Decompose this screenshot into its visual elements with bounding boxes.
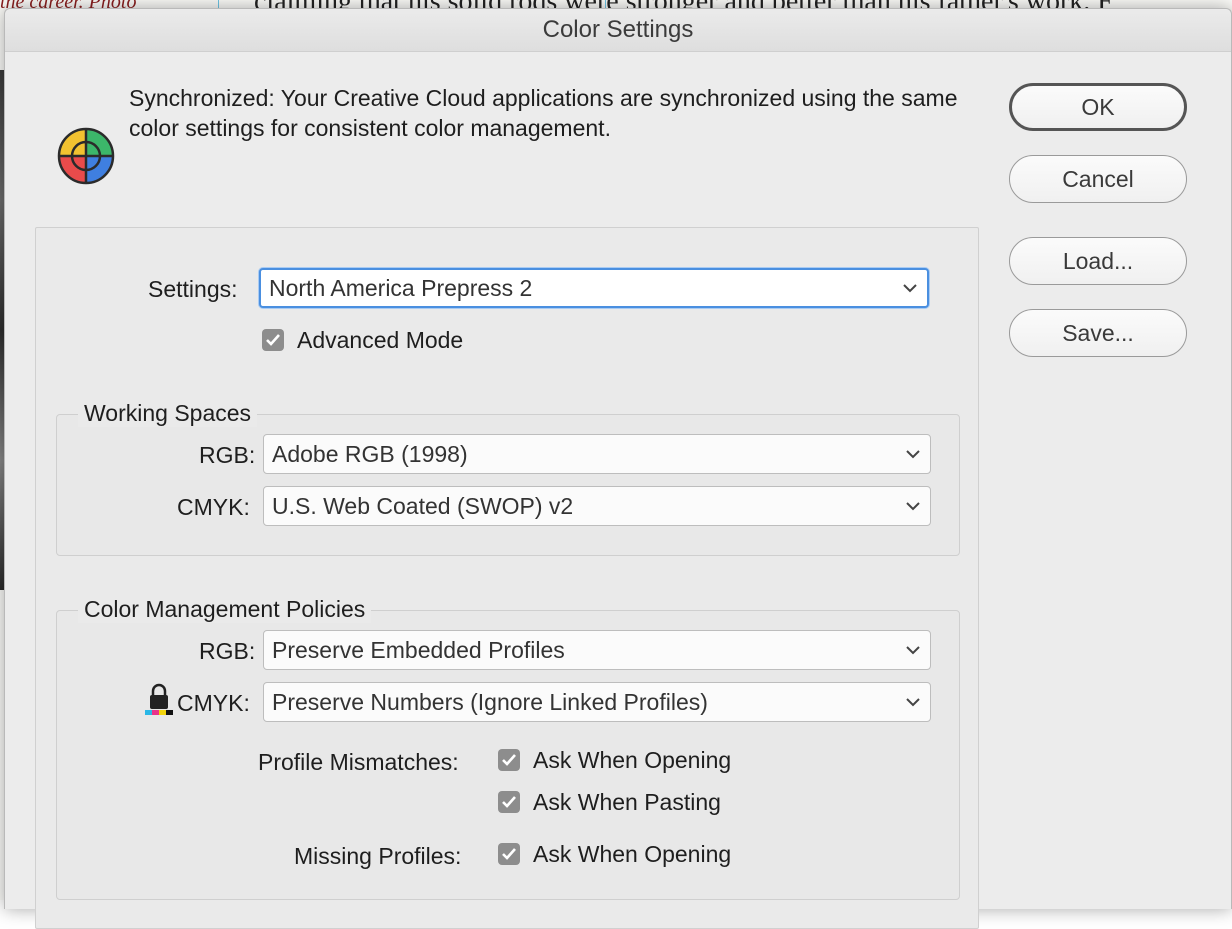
color-settings-dialog: Color Settings Synchronized: Your Creati… — [4, 8, 1232, 929]
advanced-mode-checkbox[interactable] — [262, 329, 284, 351]
load-button[interactable]: Load... — [1009, 237, 1187, 285]
policy-cmyk-label: CMYK: — [177, 690, 250, 716]
dialog-titlebar[interactable]: Color Settings — [5, 9, 1231, 52]
sync-message: Synchronized: Your Creative Cloud applic… — [129, 85, 958, 141]
settings-label: Settings: — [148, 276, 238, 302]
chevron-down-icon — [896, 496, 930, 516]
checkmark-icon — [502, 796, 516, 808]
missing-ask-when-opening-checkbox[interactable] — [498, 843, 520, 865]
policies-title: Color Management Policies — [78, 596, 372, 623]
settings-dropdown[interactable]: North America Prepress 2 — [259, 268, 929, 308]
checkmark-icon — [502, 848, 516, 860]
working-cmyk-label: CMYK: — [177, 494, 250, 520]
working-cmyk-dropdown[interactable]: U.S. Web Coated (SWOP) v2 — [263, 486, 931, 526]
policy-cmyk-dropdown[interactable]: Preserve Numbers (Ignore Linked Profiles… — [263, 682, 931, 722]
color-wheel-logo-icon — [57, 127, 115, 185]
save-button[interactable]: Save... — [1009, 309, 1187, 357]
policy-rgb-label: RGB: — [199, 638, 256, 664]
advanced-mode-label: Advanced Mode — [297, 327, 464, 353]
policy-rgb-value: Preserve Embedded Profiles — [272, 636, 565, 663]
dialog-title: Color Settings — [542, 16, 694, 43]
cancel-button[interactable]: Cancel — [1009, 155, 1187, 203]
settings-panel: Settings: North America Prepress 2 Advan… — [35, 227, 979, 929]
ask-when-pasting-label: Ask When Pasting — [533, 789, 721, 815]
missing-profiles-label: Missing Profiles: — [294, 843, 462, 869]
policy-rgb-dropdown[interactable]: Preserve Embedded Profiles — [263, 630, 931, 670]
ask-when-pasting-checkbox[interactable] — [498, 791, 520, 813]
working-cmyk-value: U.S. Web Coated (SWOP) v2 — [272, 492, 574, 519]
ask-when-opening-checkbox[interactable] — [498, 749, 520, 771]
working-spaces-title: Working Spaces — [78, 400, 258, 427]
profile-mismatches-label: Profile Mismatches: — [258, 749, 459, 775]
checkmark-icon — [502, 754, 516, 766]
working-rgb-label: RGB: — [199, 442, 256, 468]
chevron-down-icon — [896, 640, 930, 660]
chevron-down-icon — [896, 692, 930, 712]
ok-button[interactable]: OK — [1009, 83, 1187, 131]
missing-ask-when-opening-label: Ask When Opening — [533, 841, 732, 867]
chevron-down-icon — [893, 278, 927, 298]
lock-icon — [145, 683, 173, 715]
settings-value: North America Prepress 2 — [269, 274, 533, 301]
working-rgb-dropdown[interactable]: Adobe RGB (1998) — [263, 434, 931, 474]
chevron-down-icon — [896, 444, 930, 464]
working-rgb-value: Adobe RGB (1998) — [272, 440, 468, 467]
checkmark-icon — [266, 334, 280, 346]
policy-cmyk-value: Preserve Numbers (Ignore Linked Profiles… — [272, 688, 708, 715]
ask-when-opening-label: Ask When Opening — [533, 747, 732, 773]
